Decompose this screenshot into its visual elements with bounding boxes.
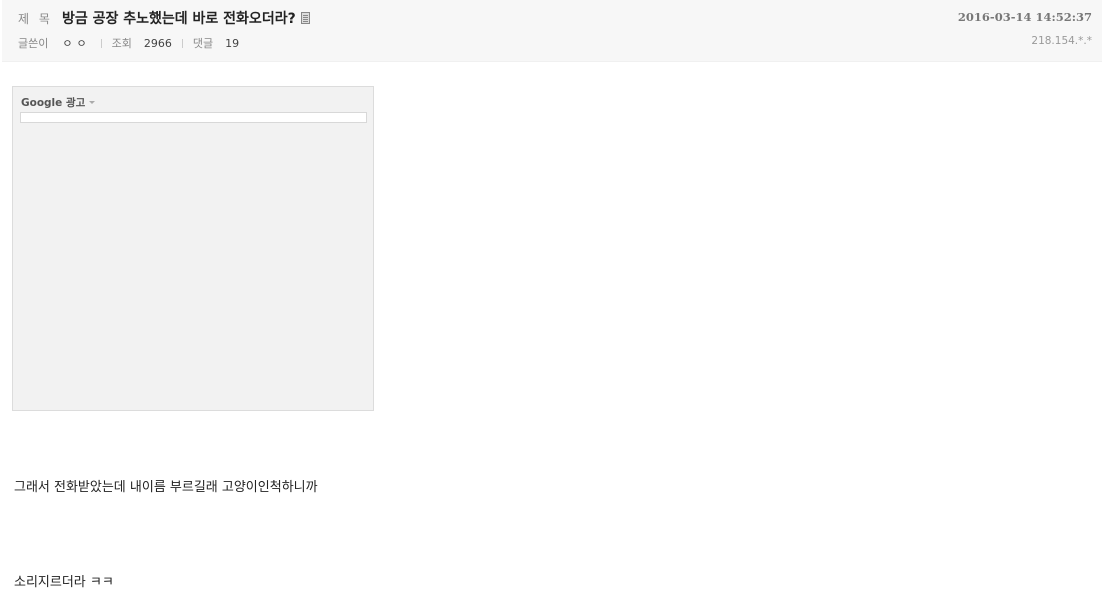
- post-date: 2016-03-14 14:52:37: [957, 10, 1092, 24]
- divider: [181, 38, 183, 48]
- subject-label: 제 목: [18, 11, 53, 26]
- meta-row: 글쓴이 ㅇㅇ 조회 2966 댓글 19: [18, 35, 239, 51]
- chevron-down-icon[interactable]: [89, 101, 96, 104]
- ad-label-container[interactable]: Google 광고: [21, 95, 96, 110]
- views-label: 조회: [111, 37, 132, 50]
- views-count: 2966: [143, 36, 172, 50]
- post-body-line-1: 그래서 전화받았는데 내이름 부르길래 고양이인척하니까: [14, 480, 318, 495]
- comments-count[interactable]: 19: [225, 37, 239, 50]
- author-name[interactable]: ㅇㅇ: [62, 35, 90, 51]
- document-icon: [300, 12, 310, 24]
- author-ip: 218.154.*.*: [1031, 35, 1092, 47]
- divider: [100, 38, 102, 48]
- comments-label: 댓글: [192, 37, 214, 50]
- post-header: 제 목 방금 공장 추노했는데 바로 전화오더라? 2016-03-14 14:…: [2, 0, 1102, 62]
- author-label: 글쓴이: [18, 37, 49, 50]
- ad-label[interactable]: Google 광고: [21, 95, 85, 110]
- title-row: 제 목 방금 공장 추노했는데 바로 전화오더라?: [18, 8, 310, 28]
- post-body-line-2: 소리지르더라 ㅋㅋ: [14, 575, 114, 590]
- ad-placeholder-bar: [20, 112, 367, 123]
- google-ad-box[interactable]: Google 광고: [12, 86, 374, 411]
- post-title: 방금 공장 추노했는데 바로 전화오더라?: [62, 11, 296, 27]
